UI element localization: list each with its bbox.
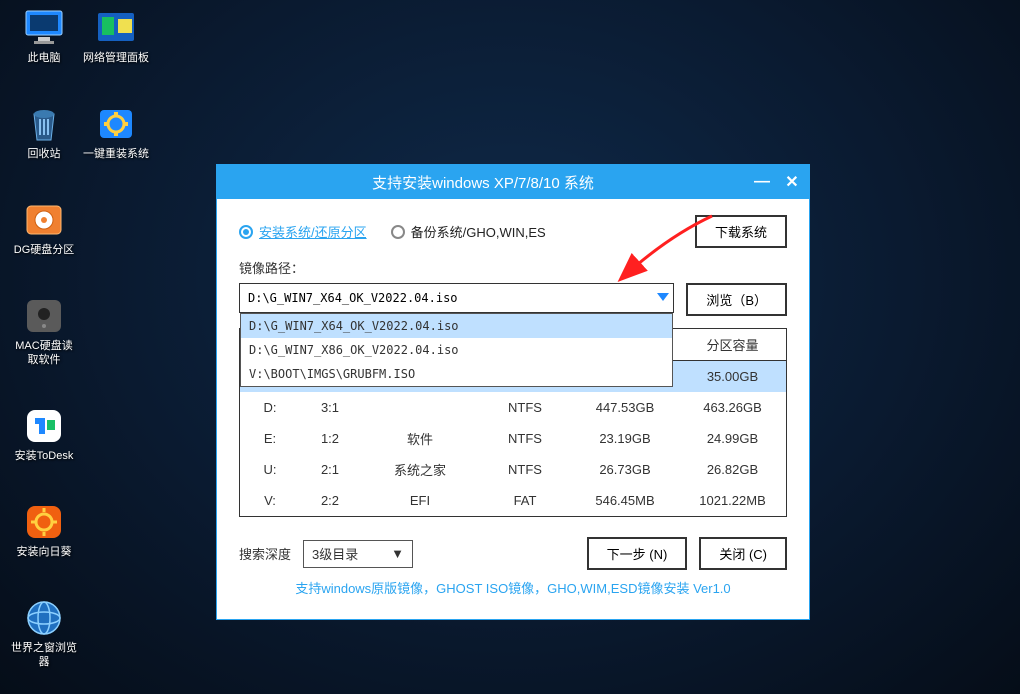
gear-box-icon: [92, 104, 140, 144]
table-cell: [360, 402, 480, 414]
table-cell: FAT: [480, 487, 570, 514]
table-cell: 1:2: [300, 425, 360, 452]
table-cell: 3:1: [300, 394, 360, 421]
monitor-icon: [20, 8, 68, 48]
desktop-icon-label: 安装向日葵: [10, 545, 78, 559]
title-bar[interactable]: 支持安装windows XP/7/8/10 系统 — ✕: [217, 165, 809, 199]
window-title: 支持安装windows XP/7/8/10 系统: [217, 172, 749, 193]
image-path-input[interactable]: [240, 291, 653, 305]
desktop-icon-label: 回收站: [10, 147, 78, 161]
th-total: 分区容量: [680, 329, 785, 360]
table-cell: 546.45MB: [570, 487, 680, 514]
table-cell: NTFS: [480, 425, 570, 452]
desktop-icon-recycle-bin[interactable]: 回收站: [10, 104, 78, 161]
trash-icon: [20, 104, 68, 144]
table-cell: EFI: [360, 487, 480, 514]
desktop-icon-reinstall[interactable]: 一键重装系统: [82, 104, 150, 161]
network-panel-icon: [92, 8, 140, 48]
radio-install-restore[interactable]: 安装系统/还原分区: [239, 222, 367, 241]
table-cell: 35.00GB: [680, 363, 785, 390]
installer-dialog: 支持安装windows XP/7/8/10 系统 — ✕ 安装系统/还原分区 备…: [216, 164, 810, 620]
table-cell: D:: [240, 394, 300, 421]
dropdown-item[interactable]: V:\BOOT\IMGS\GRUBFM.ISO: [241, 362, 672, 386]
table-cell: NTFS: [480, 394, 570, 421]
next-button[interactable]: 下一步 (N): [587, 537, 688, 570]
desktop-icon-network-panel[interactable]: 网络管理面板: [82, 8, 150, 65]
todesk-icon: [20, 406, 68, 446]
table-cell: 2:2: [300, 487, 360, 514]
radio-dot-icon: [391, 225, 405, 239]
table-cell: 23.19GB: [570, 425, 680, 452]
table-cell: 26.73GB: [570, 456, 680, 483]
dropdown-trigger[interactable]: [653, 284, 673, 312]
image-path-combobox[interactable]: D:\G_WIN7_X64_OK_V2022.04.iso D:\G_WIN7_…: [239, 283, 674, 313]
table-row[interactable]: U:2:1系统之家NTFS26.73GB26.82GB: [240, 454, 786, 485]
table-cell: 2:1: [300, 456, 360, 483]
desktop-icon-label: 世界之窗浏览器: [10, 641, 78, 669]
table-cell: V:: [240, 487, 300, 514]
table-cell: E:: [240, 425, 300, 452]
chevron-down-icon: [657, 293, 669, 303]
chevron-down-icon: ▼: [391, 546, 404, 561]
mode-radio-row: 安装系统/还原分区 备份系统/GHO,WIN,ES 下载系统: [239, 215, 787, 248]
dropdown-item[interactable]: D:\G_WIN7_X86_OK_V2022.04.iso: [241, 338, 672, 362]
desktop-icon-label: DG硬盘分区: [10, 243, 78, 257]
desktop-icon-label: 网络管理面板: [82, 51, 150, 65]
minimize-button[interactable]: —: [749, 169, 775, 195]
table-cell: 24.99GB: [680, 425, 785, 452]
table-cell: 软件: [360, 423, 480, 454]
desktop-icon-sunflower[interactable]: 安装向日葵: [10, 502, 78, 559]
depth-value: 3级目录: [312, 544, 358, 563]
table-row[interactable]: D:3:1 NTFS447.53GB463.26GB: [240, 392, 786, 423]
radio-backup[interactable]: 备份系统/GHO,WIN,ES: [391, 222, 546, 241]
desktop-icon-label: 此电脑: [10, 51, 78, 65]
desktop-icon-dg-partition[interactable]: DG硬盘分区: [10, 200, 78, 257]
table-cell: 447.53GB: [570, 394, 680, 421]
table-cell: 系统之家: [360, 454, 480, 485]
dropdown-item[interactable]: D:\G_WIN7_X64_OK_V2022.04.iso: [241, 314, 672, 338]
desktop-icon-mac-disk[interactable]: MAC硬盘读取软件: [10, 296, 78, 367]
disk-tool-icon: [20, 200, 68, 240]
apple-disk-icon: [20, 296, 68, 336]
table-cell: 1021.22MB: [680, 487, 785, 514]
desktop-icon-this-pc[interactable]: 此电脑: [10, 8, 78, 65]
radio-dot-icon: [239, 225, 253, 239]
sunflower-icon: [20, 502, 68, 542]
radio-label: 安装系统/还原分区: [259, 222, 367, 241]
table-cell: U:: [240, 456, 300, 483]
close-button[interactable]: ✕: [779, 169, 805, 195]
search-depth-label: 搜索深度: [239, 544, 291, 563]
table-row[interactable]: E:1:2软件NTFS23.19GB24.99GB: [240, 423, 786, 454]
search-depth-select[interactable]: 3级目录 ▼: [303, 540, 413, 568]
radio-label: 备份系统/GHO,WIN,ES: [411, 222, 546, 241]
footer-text: 支持windows原版镜像，GHOST ISO镜像，GHO,WIM,ESD镜像安…: [239, 570, 787, 609]
table-cell: 26.82GB: [680, 456, 785, 483]
table-row[interactable]: V:2:2EFIFAT546.45MB1021.22MB: [240, 485, 786, 516]
desktop-icon-label: 安装ToDesk: [10, 449, 78, 463]
close-dialog-button[interactable]: 关闭 (C): [699, 537, 787, 570]
desktop-icon-label: 一键重装系统: [82, 147, 150, 161]
desktop-icon-theworld-browser[interactable]: 世界之窗浏览器: [10, 598, 78, 669]
globe-icon: [20, 598, 68, 638]
browse-button[interactable]: 浏览（B）: [686, 283, 787, 316]
desktop-icon-label: MAC硬盘读取软件: [10, 339, 78, 367]
table-cell: NTFS: [480, 456, 570, 483]
image-path-label: 镜像路径：: [239, 258, 787, 277]
desktop-icon-todesk[interactable]: 安装ToDesk: [10, 406, 78, 463]
image-path-dropdown: D:\G_WIN7_X64_OK_V2022.04.iso D:\G_WIN7_…: [240, 313, 673, 387]
table-cell: 463.26GB: [680, 394, 785, 421]
download-system-button[interactable]: 下载系统: [695, 215, 787, 248]
